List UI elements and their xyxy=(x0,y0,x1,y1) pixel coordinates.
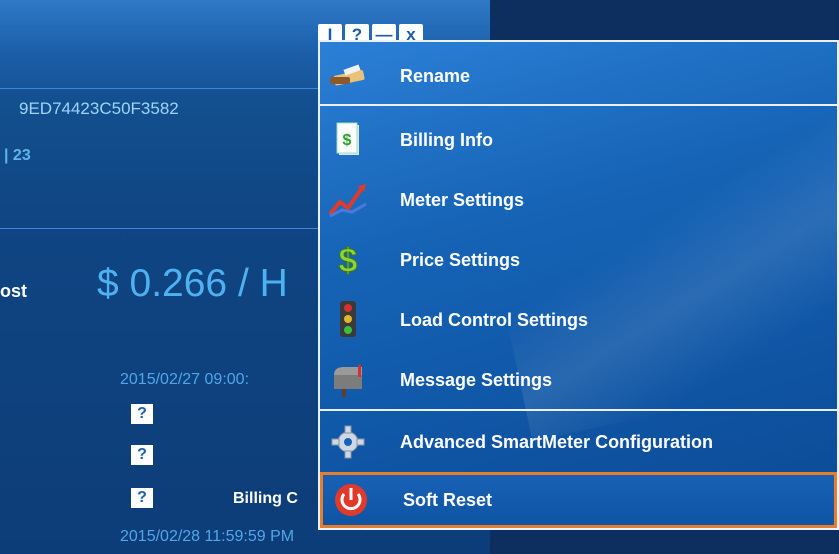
cost-value: $ 0.266 / H xyxy=(97,262,288,305)
billing-start-date: 2015/02/27 09:00: xyxy=(120,371,250,388)
meter-chart-icon xyxy=(326,180,370,220)
mailbox-icon xyxy=(326,360,370,400)
menu-item-billing-info[interactable]: $ Billing Info xyxy=(320,112,837,168)
billing-label: Billing C xyxy=(233,490,298,507)
menu-item-label: Billing Info xyxy=(400,129,493,150)
menu-item-soft-reset[interactable]: Soft Reset xyxy=(320,472,837,528)
dollar-icon: $ xyxy=(326,240,370,280)
menu-item-meter-settings[interactable]: Meter Settings xyxy=(320,172,837,228)
svg-text:$: $ xyxy=(339,242,358,278)
power-icon xyxy=(329,480,373,520)
menu-item-rename[interactable]: Rename xyxy=(320,48,837,104)
menu-item-advanced-config[interactable]: Advanced SmartMeter Configuration xyxy=(320,414,837,470)
menu-item-label: Message Settings xyxy=(400,369,553,390)
help-icon[interactable]: ? xyxy=(131,445,153,465)
menu-item-label: Price Settings xyxy=(400,249,521,270)
menu-divider xyxy=(320,104,837,106)
billing-end-date: 2015/02/28 11:59:59 PM xyxy=(120,528,295,545)
billing-info-icon: $ xyxy=(326,120,370,160)
menu-item-load-control-settings[interactable]: Load Control Settings xyxy=(320,292,837,348)
svg-text:$: $ xyxy=(343,132,352,149)
meter-sub-info: | 23 xyxy=(4,147,31,164)
menu-item-label: Rename xyxy=(400,65,471,86)
menu-item-message-settings[interactable]: Message Settings xyxy=(320,352,837,408)
meter-id: 9ED74423C50F3582 xyxy=(19,99,179,118)
help-icon[interactable]: ? xyxy=(131,488,153,508)
rename-icon xyxy=(326,56,370,96)
menu-item-label: Advanced SmartMeter Configuration xyxy=(400,431,714,452)
menu-item-label: Soft Reset xyxy=(403,489,493,510)
cost-label: ost xyxy=(0,281,27,301)
menu-divider xyxy=(320,409,837,411)
traffic-light-icon xyxy=(326,300,370,340)
menu-item-label: Load Control Settings xyxy=(400,309,588,330)
menu-item-price-settings[interactable]: $ Price Settings xyxy=(320,232,837,288)
help-icon[interactable]: ? xyxy=(131,404,153,424)
gear-icon xyxy=(326,422,370,462)
menu-item-label: Meter Settings xyxy=(400,189,525,210)
context-menu: Rename $ Billing Info Meter Settings $ P… xyxy=(318,40,839,530)
